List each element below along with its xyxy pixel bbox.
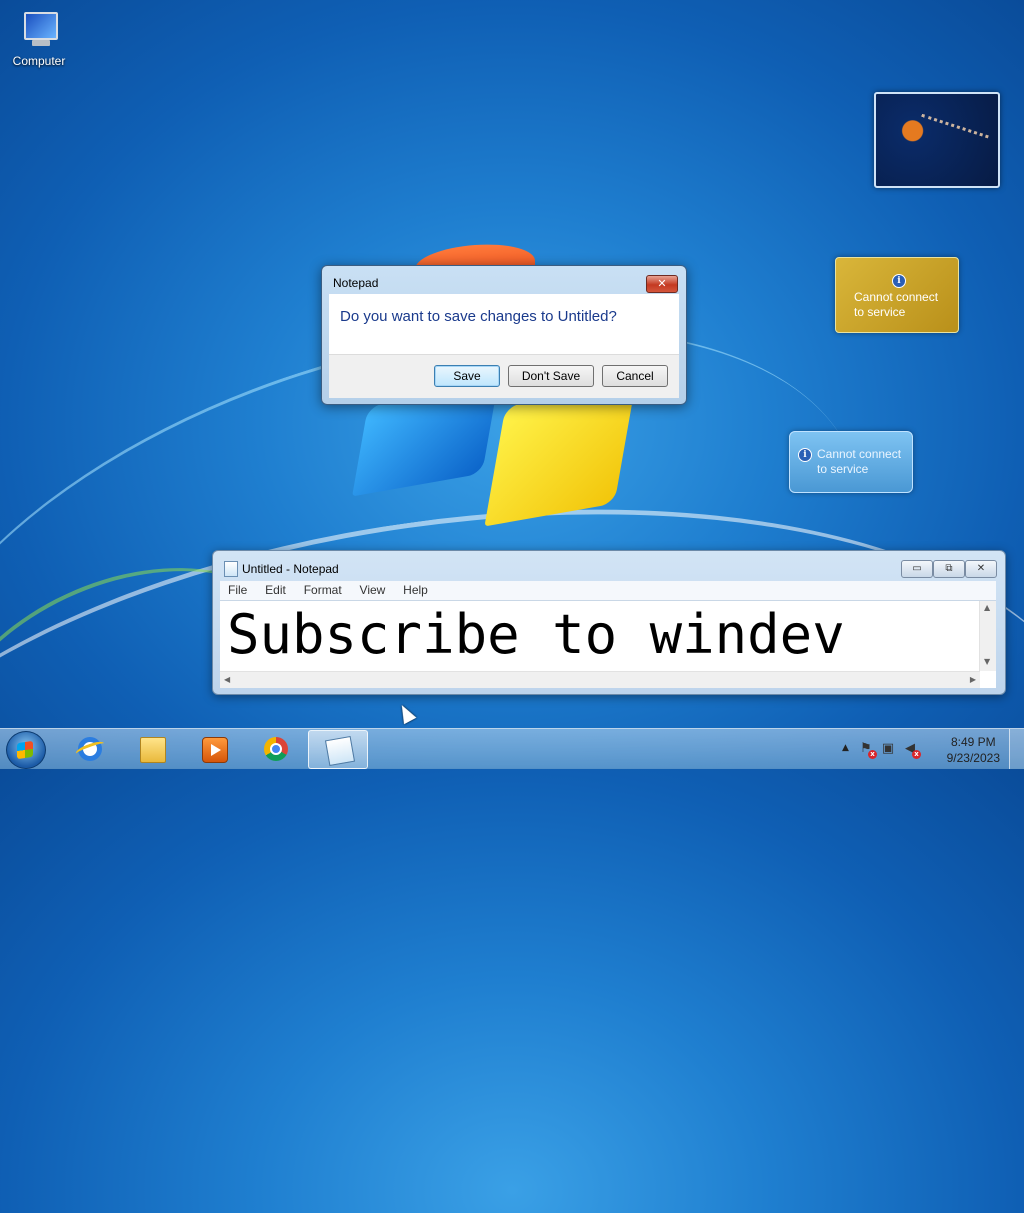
taskbar-chrome[interactable] xyxy=(246,730,304,767)
dialog-body: Do you want to save changes to Untitled? xyxy=(329,294,679,354)
scroll-right-arrow-icon[interactable]: ▶ xyxy=(970,675,976,684)
media-player-icon xyxy=(202,737,228,763)
taskbar: ▲ ⚑ x ▣ ◀ x 8:49 PM 9/23/2023 xyxy=(0,728,1024,769)
dialog-title: Notepad xyxy=(333,276,379,290)
info-icon: i xyxy=(798,448,812,462)
window-close-button[interactable]: ✕ xyxy=(965,560,997,578)
desktop-icon-label: Computer xyxy=(12,54,66,68)
menu-help[interactable]: Help xyxy=(403,581,428,600)
dialog-close-button[interactable]: ✕ xyxy=(646,275,678,293)
cancel-button[interactable]: Cancel xyxy=(602,365,668,387)
clock-time: 8:49 PM xyxy=(950,735,996,749)
clock-date: 9/23/2023 xyxy=(946,751,1000,765)
action-center-flag-icon[interactable]: ⚑ x xyxy=(858,741,877,759)
gadget-message: Cannot connect to service xyxy=(854,290,939,319)
volume-muted-icon[interactable]: ◀ x xyxy=(902,741,921,759)
menu-edit[interactable]: Edit xyxy=(265,581,286,600)
taskbar-notepad[interactable] xyxy=(308,730,368,769)
menu-file[interactable]: File xyxy=(228,581,247,600)
horizontal-scrollbar[interactable]: ◀ ▶ xyxy=(220,671,980,688)
minimize-button[interactable]: ▭ xyxy=(901,560,933,578)
desktop-icon-computer[interactable]: Computer xyxy=(6,8,72,68)
save-changes-dialog: Notepad ✕ Do you want to save changes to… xyxy=(321,265,687,405)
system-tray: ▲ ⚑ x ▣ ◀ x 8:49 PM 9/23/2023 xyxy=(834,729,1024,769)
weather-gadget[interactable]: i Cannot connect to service xyxy=(835,257,959,333)
jellyfish-photo xyxy=(913,113,989,164)
folder-icon xyxy=(140,737,166,763)
chrome-icon xyxy=(264,737,288,761)
text-editor-area[interactable]: Subscribe to windev ▲ ▼ ◀ ▶ xyxy=(220,600,996,688)
show-hidden-icons-button[interactable]: ▲ xyxy=(842,743,849,753)
notepad-window: Untitled - Notepad ▭ ⧉ ✕ File Edit Forma… xyxy=(212,550,1006,695)
notepad-icon xyxy=(324,735,356,767)
dont-save-button[interactable]: Don't Save xyxy=(508,365,594,387)
taskbar-media-player[interactable] xyxy=(184,730,242,767)
clock[interactable]: 8:49 PM 9/23/2023 xyxy=(947,734,1000,766)
maximize-button[interactable]: ⧉ xyxy=(933,560,965,578)
dialog-question: Do you want to save changes to Untitled? xyxy=(340,308,617,325)
window-title: Untitled - Notepad xyxy=(242,562,339,576)
feed-gadget[interactable]: i Cannot connect to service xyxy=(789,431,913,493)
scroll-up-arrow-icon[interactable]: ▲ xyxy=(984,603,990,612)
dialog-footer: Save Don't Save Cancel xyxy=(329,354,679,398)
menu-format[interactable]: Format xyxy=(304,581,342,600)
start-button[interactable] xyxy=(6,731,46,769)
slideshow-gadget[interactable] xyxy=(874,92,1000,188)
menu-bar: File Edit Format View Help xyxy=(220,581,996,600)
notepad-icon xyxy=(224,561,238,577)
taskbar-internet-explorer[interactable] xyxy=(60,730,118,767)
editor-text: Subscribe to windev xyxy=(227,603,845,666)
taskbar-windows-explorer[interactable] xyxy=(122,730,180,767)
gadget-message: Cannot connect to service xyxy=(817,447,902,476)
windows-flag-icon xyxy=(17,740,33,760)
show-desktop-button[interactable] xyxy=(1009,729,1024,769)
info-icon: i xyxy=(892,274,906,288)
computer-icon xyxy=(16,8,62,50)
scroll-down-arrow-icon[interactable]: ▼ xyxy=(984,657,990,666)
network-icon[interactable]: ▣ xyxy=(880,741,896,757)
scroll-left-arrow-icon[interactable]: ◀ xyxy=(224,675,230,684)
menu-view[interactable]: View xyxy=(360,581,386,600)
save-button[interactable]: Save xyxy=(434,365,500,387)
internet-explorer-icon xyxy=(78,737,102,761)
vertical-scrollbar[interactable]: ▲ ▼ xyxy=(979,601,996,671)
